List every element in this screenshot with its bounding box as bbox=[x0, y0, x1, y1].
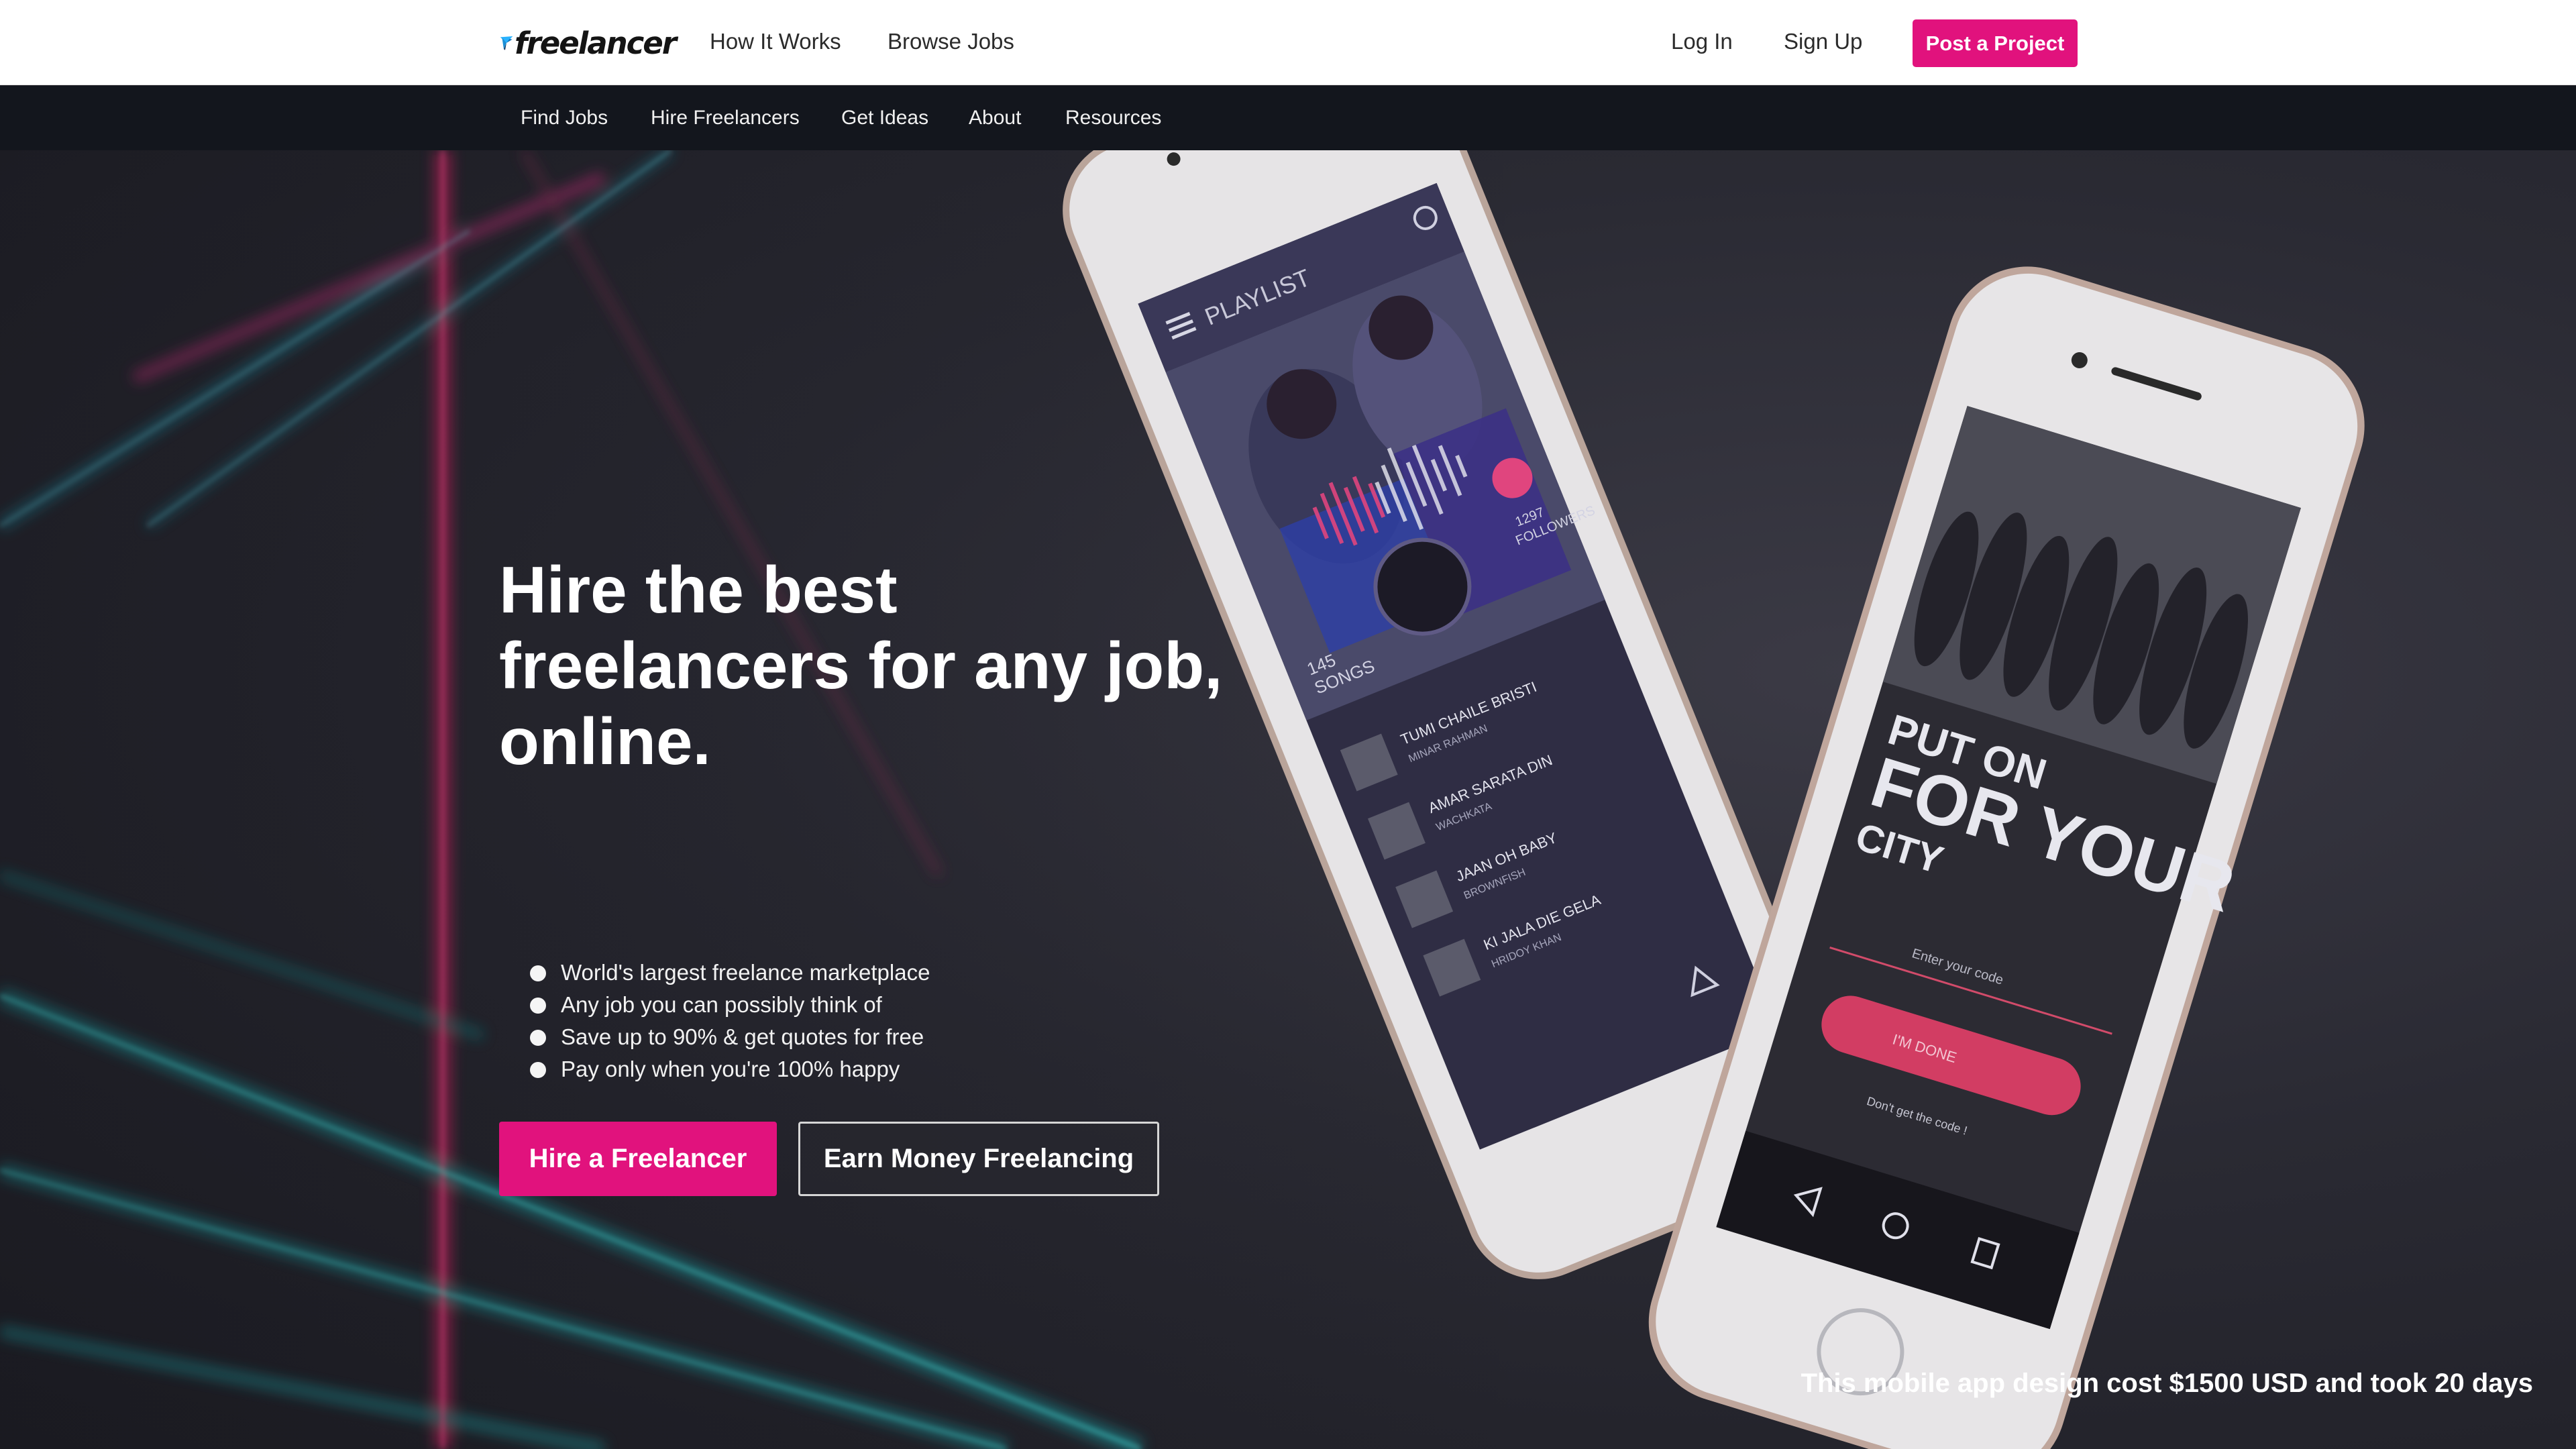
freelancer-logo[interactable]: freelancer bbox=[500, 20, 677, 66]
headline-line-3: online. bbox=[499, 704, 711, 778]
hire-freelancer-button[interactable]: Hire a Freelancer bbox=[499, 1122, 777, 1196]
earn-money-button[interactable]: Earn Money Freelancing bbox=[798, 1122, 1159, 1196]
hero-headline: Hire the best freelancers for any job, o… bbox=[499, 552, 1237, 780]
login-link[interactable]: Log In bbox=[1671, 27, 1733, 56]
feature-item: Pay only when you're 100% happy bbox=[530, 1053, 930, 1085]
feature-item: Any job you can possibly think of bbox=[530, 989, 930, 1021]
subnav-about[interactable]: About bbox=[969, 104, 1021, 132]
subnav-find-jobs[interactable]: Find Jobs bbox=[521, 104, 608, 132]
logo-wordmark: freelancer bbox=[514, 25, 677, 61]
subnav-hire-freelancers[interactable]: Hire Freelancers bbox=[651, 104, 800, 132]
subnav-resources[interactable]: Resources bbox=[1065, 104, 1161, 132]
headline-line-1: Hire the best bbox=[499, 553, 898, 627]
feature-item: World's largest freelance marketplace bbox=[530, 957, 930, 989]
signup-link[interactable]: Sign Up bbox=[1784, 27, 1862, 56]
subnav-get-ideas[interactable]: Get Ideas bbox=[841, 104, 928, 132]
phones-mockup-image: PLAYLIST 145 SONGS 1297 FOLLOWERS TUMI C… bbox=[1063, 150, 2365, 1449]
hero-section: PLAYLIST 145 SONGS 1297 FOLLOWERS TUMI C… bbox=[0, 150, 2576, 1449]
nav-how-it-works[interactable]: How It Works bbox=[710, 27, 841, 56]
feature-item: Save up to 90% & get quotes for free bbox=[530, 1021, 930, 1053]
nav-browse-jobs[interactable]: Browse Jobs bbox=[888, 27, 1014, 56]
feature-list: World's largest freelance marketplace An… bbox=[530, 957, 930, 1085]
bird-logo-icon bbox=[500, 36, 513, 50]
top-header: freelancer How It Works Browse Jobs Log … bbox=[0, 0, 2576, 85]
post-project-button[interactable]: Post a Project bbox=[1913, 19, 2078, 67]
secondary-nav: Find Jobs Hire Freelancers Get Ideas Abo… bbox=[0, 86, 2576, 150]
showcase-caption: This mobile app design cost $1500 USD an… bbox=[1801, 1368, 2533, 1398]
headline-line-2: freelancers for any job, bbox=[499, 629, 1223, 702]
